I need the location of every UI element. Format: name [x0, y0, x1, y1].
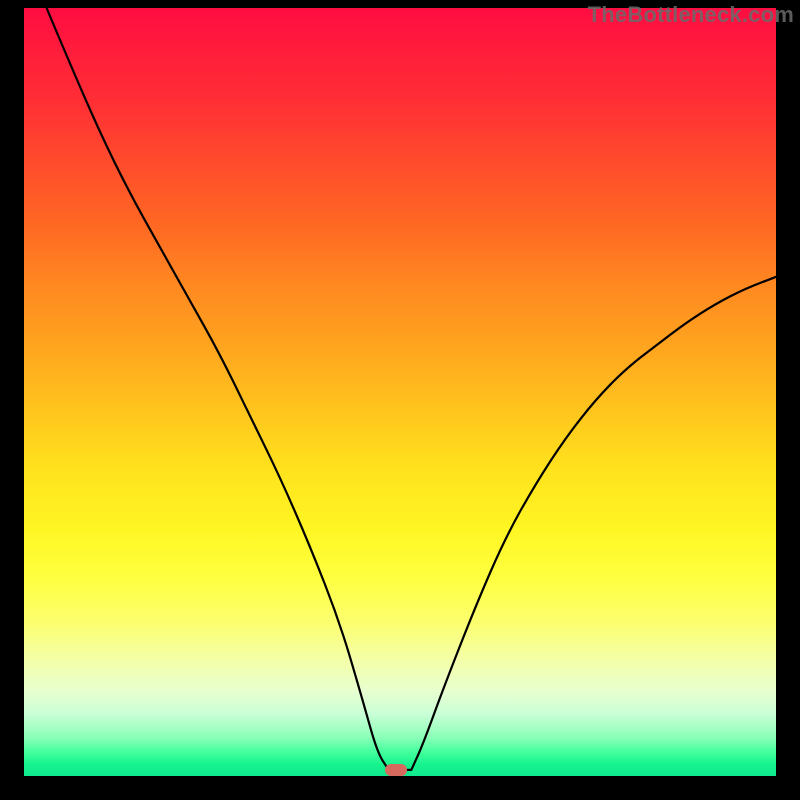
chart-stage: TheBottleneck.com — [0, 0, 800, 800]
bottleneck-curve — [24, 8, 776, 776]
plot-area — [24, 8, 776, 776]
bottleneck-minimum-marker — [385, 764, 407, 776]
watermark-text: TheBottleneck.com — [588, 2, 794, 28]
